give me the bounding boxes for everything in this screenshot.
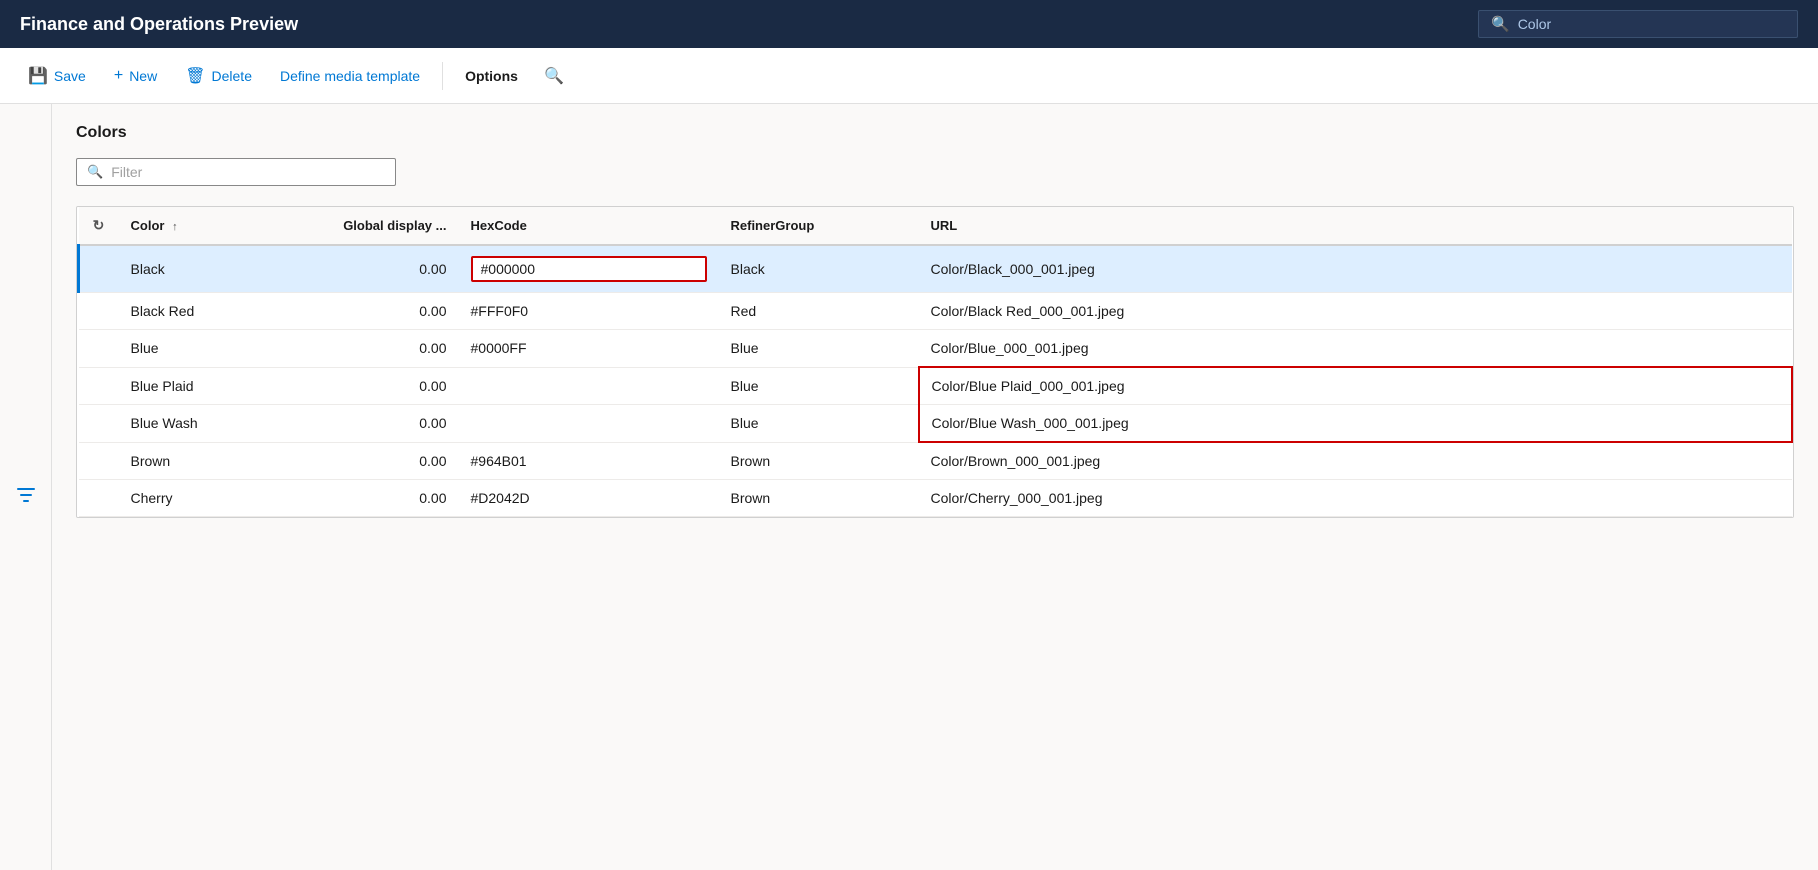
define-media-template-label: Define media template bbox=[280, 68, 420, 84]
col-url-header: URL bbox=[919, 207, 1793, 245]
filter-icon-button[interactable] bbox=[16, 124, 36, 870]
url-cell: Color/Black Red_000_001.jpeg bbox=[919, 293, 1793, 330]
hexcode-input-wrapper bbox=[471, 256, 707, 282]
hexcode-cell: #964B01 bbox=[459, 442, 719, 480]
new-button[interactable]: + New bbox=[102, 61, 169, 91]
refiner-group-cell: Brown bbox=[719, 480, 919, 517]
data-table-container: ↻ Color ↑ Global display ... HexCode bbox=[76, 206, 1794, 518]
hexcode-cell bbox=[459, 405, 719, 443]
table-row[interactable]: Black Red0.00#FFF0F0RedColor/Black Red_0… bbox=[79, 293, 1793, 330]
row-indicator bbox=[79, 293, 119, 330]
main-content: Colors 🔍 ↻ Color ↑ bbox=[0, 104, 1818, 870]
plus-icon: + bbox=[114, 67, 123, 85]
color-cell: Black Red bbox=[119, 293, 299, 330]
define-media-template-button[interactable]: Define media template bbox=[268, 62, 432, 90]
col-refiner-header: RefinerGroup bbox=[719, 207, 919, 245]
table-row[interactable]: Brown0.00#964B01BrownColor/Brown_000_001… bbox=[79, 442, 1793, 480]
filter-icon bbox=[16, 485, 36, 505]
toolbar: 💾 Save + New 🗑 Delete Define media templ… bbox=[0, 48, 1818, 104]
options-label: Options bbox=[465, 68, 518, 84]
row-indicator bbox=[79, 245, 119, 293]
table-row[interactable]: Blue Wash0.00 BlueColor/Blue Wash_000_001… bbox=[79, 405, 1793, 443]
delete-button[interactable]: 🗑 Delete bbox=[173, 60, 264, 92]
global-display-cell: 0.00 bbox=[299, 367, 459, 405]
color-cell: Blue Plaid bbox=[119, 367, 299, 405]
row-indicator bbox=[79, 480, 119, 517]
save-label: Save bbox=[54, 68, 86, 84]
refiner-group-cell: Blue bbox=[719, 405, 919, 443]
global-display-cell: 0.00 bbox=[299, 245, 459, 293]
color-cell: Blue Wash bbox=[119, 405, 299, 443]
table-row[interactable]: Blue Plaid0.00 BlueColor/Blue Plaid_000_0… bbox=[79, 367, 1793, 405]
content-panel: Colors 🔍 ↻ Color ↑ bbox=[52, 104, 1818, 870]
filter-input-wrap: 🔍 bbox=[76, 158, 396, 186]
row-indicator bbox=[79, 330, 119, 368]
color-cell: Cherry bbox=[119, 480, 299, 517]
col-global-header: Global display ... bbox=[299, 207, 459, 245]
color-cell: Brown bbox=[119, 442, 299, 480]
colors-table: ↻ Color ↑ Global display ... HexCode bbox=[77, 207, 1793, 517]
save-button[interactable]: 💾 Save bbox=[16, 60, 98, 92]
global-display-cell: 0.00 bbox=[299, 405, 459, 443]
new-label: New bbox=[129, 68, 157, 84]
save-icon: 💾 bbox=[28, 66, 48, 86]
hexcode-cell: #0000FF bbox=[459, 330, 719, 368]
url-cell: Color/Blue Wash_000_001.jpeg bbox=[919, 405, 1793, 443]
refiner-group-cell: Brown bbox=[719, 442, 919, 480]
row-indicator bbox=[79, 442, 119, 480]
refiner-group-cell: Red bbox=[719, 293, 919, 330]
hexcode-cell: #D2042D bbox=[459, 480, 719, 517]
table-row[interactable]: Black0.00BlackColor/Black_000_001.jpeg bbox=[79, 245, 1793, 293]
hexcode-cell: #FFF0F0 bbox=[459, 293, 719, 330]
refiner-group-cell: Black bbox=[719, 245, 919, 293]
url-cell: Color/Blue_000_001.jpeg bbox=[919, 330, 1793, 368]
url-cell: Color/Black_000_001.jpeg bbox=[919, 245, 1793, 293]
top-bar: Finance and Operations Preview 🔍 bbox=[0, 0, 1818, 48]
color-cell: Blue bbox=[119, 330, 299, 368]
global-search-icon: 🔍 bbox=[1491, 15, 1510, 33]
refiner-group-cell: Blue bbox=[719, 367, 919, 405]
filter-search-icon: 🔍 bbox=[87, 164, 103, 180]
refresh-icon[interactable]: ↻ bbox=[93, 217, 105, 233]
delete-label: Delete bbox=[212, 68, 252, 84]
section-title: Colors bbox=[76, 124, 1794, 142]
toolbar-search-icon: 🔍 bbox=[544, 66, 564, 86]
global-display-cell: 0.00 bbox=[299, 293, 459, 330]
table-header-row: ↻ Color ↑ Global display ... HexCode bbox=[79, 207, 1793, 245]
url-cell: Color/Brown_000_001.jpeg bbox=[919, 442, 1793, 480]
filter-sidebar bbox=[0, 104, 52, 870]
options-button[interactable]: Options bbox=[453, 62, 530, 90]
col-color-header[interactable]: Color ↑ bbox=[119, 207, 299, 245]
url-cell: Color/Blue Plaid_000_001.jpeg bbox=[919, 367, 1793, 405]
col-refresh-header: ↻ bbox=[79, 207, 119, 245]
color-cell: Black bbox=[119, 245, 299, 293]
toolbar-search-button[interactable]: 🔍 bbox=[534, 60, 574, 92]
global-display-cell: 0.00 bbox=[299, 480, 459, 517]
sort-arrow-icon: ↑ bbox=[172, 221, 178, 233]
row-indicator bbox=[79, 367, 119, 405]
global-display-cell: 0.00 bbox=[299, 442, 459, 480]
hexcode-input[interactable] bbox=[481, 261, 697, 277]
hexcode-cell[interactable] bbox=[459, 245, 719, 293]
url-cell: Color/Cherry_000_001.jpeg bbox=[919, 480, 1793, 517]
hexcode-cell bbox=[459, 367, 719, 405]
row-indicator bbox=[79, 405, 119, 443]
toolbar-separator bbox=[442, 62, 443, 90]
delete-icon: 🗑 bbox=[185, 66, 205, 86]
table-row[interactable]: Blue0.00#0000FFBlueColor/Blue_000_001.jp… bbox=[79, 330, 1793, 368]
global-display-cell: 0.00 bbox=[299, 330, 459, 368]
app-title: Finance and Operations Preview bbox=[20, 14, 298, 35]
refiner-group-cell: Blue bbox=[719, 330, 919, 368]
global-search-box[interactable]: 🔍 bbox=[1478, 10, 1798, 38]
filter-input[interactable] bbox=[111, 164, 385, 180]
table-row[interactable]: Cherry0.00#D2042DBrownColor/Cherry_000_0… bbox=[79, 480, 1793, 517]
col-hexcode-header: HexCode bbox=[459, 207, 719, 245]
global-search-input[interactable] bbox=[1518, 16, 1785, 32]
